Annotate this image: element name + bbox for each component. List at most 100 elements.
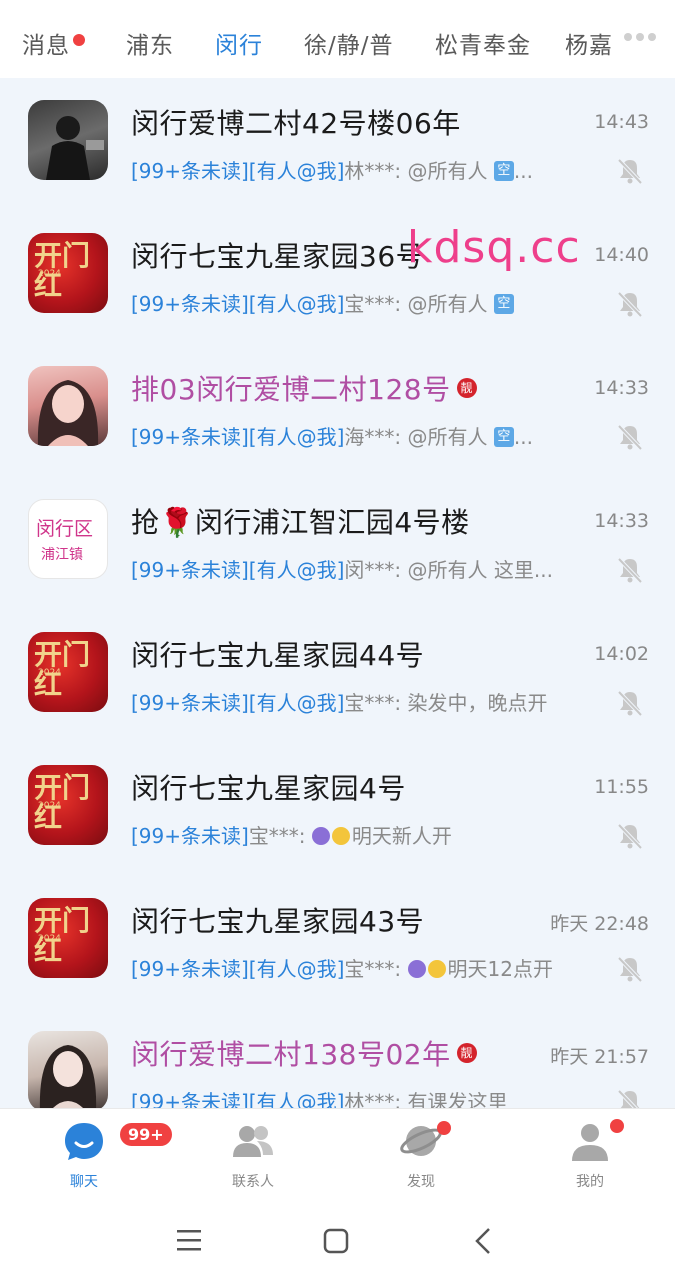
chat-preview: [99+条未读][有人@我]宝***: @所有人 空	[131, 288, 514, 317]
liang-badge-icon: 靓	[456, 1043, 477, 1063]
group-avatar: 闵行区 浦江镇	[28, 499, 108, 579]
nav-contacts[interactable]: 联系人	[193, 1109, 313, 1201]
sender: 宝***:	[344, 691, 402, 715]
chat-time: 14:33	[594, 377, 649, 399]
profile-icon	[572, 1124, 608, 1161]
unread-tags: [99+条未读][有人@我]	[131, 558, 345, 582]
chat-time: 昨天 21:57	[550, 1046, 649, 1068]
sender: 林***:	[344, 1090, 402, 1108]
unread-tags: [99+条未读][有人@我]	[131, 957, 345, 981]
chat-time: 14:40	[594, 244, 649, 266]
moon-emoji-icon	[311, 826, 330, 845]
chat-preview: [99+条未读][有人@我]闵***: @所有人 这里...	[131, 554, 553, 583]
chat-time: 11:55	[594, 776, 649, 798]
bottom-nav: 99+ 聊天 联系人 发现 我的	[0, 1108, 675, 1201]
chat-row[interactable]: 闵行区 浦江镇 抢🌹闵行浦江智汇园4号楼 14:33 [99+条未读][有人@我…	[0, 477, 675, 610]
preview-text: @所有人 这里...	[407, 558, 553, 582]
chat-preview: [99+条未读][有人@我]宝***: 明天12点开	[131, 953, 553, 982]
chat-time: 14:02	[594, 643, 649, 665]
chat-row[interactable]: 排03闵行爱博二村128号靓 14:33 [99+条未读][有人@我]海***:…	[0, 344, 675, 477]
chat-preview: [99+条未读][有人@我]海***: @所有人 空...	[131, 421, 533, 450]
person-photo-icon	[39, 1045, 97, 1108]
recent-apps-icon[interactable]	[176, 1228, 202, 1252]
system-nav-bar	[0, 1200, 675, 1280]
watermark: kdsq.cc	[407, 222, 581, 273]
preview-text: 染发中，晚点开	[407, 691, 548, 715]
sender: 海***:	[344, 425, 402, 449]
unread-tags: [99+条未读][有人@我]	[131, 292, 345, 316]
chat-title: 闵行爱博二村138号02年靓	[131, 1033, 477, 1073]
chat-title: 闵行七宝九星家园36号	[131, 240, 425, 273]
back-icon[interactable]	[473, 1227, 493, 1255]
nav-me[interactable]: 我的	[530, 1109, 650, 1201]
person-photo-icon	[37, 380, 99, 446]
nav-chat[interactable]: 99+ 聊天	[24, 1109, 174, 1201]
chat-row[interactable]: 闵行爱博二村138号02年靓 昨天 21:57 [99+条未读][有人@我]林*…	[0, 1009, 675, 1108]
tab-song-qing-feng-jin[interactable]: 松青奉金	[435, 26, 531, 60]
chat-time: 昨天 22:48	[550, 913, 649, 935]
home-icon[interactable]	[323, 1228, 349, 1254]
tab-yangjia[interactable]: 杨嘉	[565, 26, 615, 60]
preview-text: 明天12点开	[447, 957, 553, 981]
muted-bell-icon	[617, 823, 643, 850]
moon-emoji-icon	[427, 959, 446, 978]
chat-preview: [99+条未读][有人@我]林***: 有课发这里	[131, 1086, 508, 1108]
sender: 宝***:	[344, 292, 402, 316]
tab-messages[interactable]: 消息	[22, 26, 70, 60]
chat-bubble-icon	[65, 1123, 103, 1160]
tab-pudong[interactable]: 浦东	[126, 26, 174, 60]
muted-bell-icon	[617, 424, 643, 451]
muted-bell-icon	[617, 1089, 640, 1108]
chat-row[interactable]: 开门红 2024 闵行七宝九星家园43号 昨天 22:48 [99+条未读][有…	[0, 876, 675, 1009]
group-avatar	[28, 1031, 108, 1108]
chat-title: 闵行七宝九星家园44号	[131, 639, 425, 672]
group-avatar	[28, 100, 108, 180]
chat-row[interactable]: 开门红 2024 闵行七宝九星家园44号 14:02 [99+条未读][有人@我…	[0, 610, 675, 743]
nav-discover[interactable]: 发现	[361, 1109, 481, 1201]
group-avatar: 开门红 2024	[28, 898, 108, 978]
tab-xu-jing-pu[interactable]: 徐/静/普	[304, 26, 394, 60]
group-avatar	[28, 366, 108, 446]
preview-text: 明天新人开	[351, 824, 452, 848]
chat-title-text: 闵行爱博二村138号02年	[131, 1038, 451, 1071]
chat-title: 闵行七宝九星家园4号	[131, 772, 406, 805]
chat-time: 14:43	[594, 111, 649, 133]
chat-preview: [99+条未读][有人@我]林***: @所有人 空...	[131, 155, 533, 184]
unread-tags: [99+条未读][有人@我]	[131, 159, 345, 183]
contacts-icon	[233, 1126, 273, 1157]
moon-emoji-icon	[407, 959, 426, 978]
nav-label: 联系人	[232, 1174, 274, 1190]
chat-title: 排03闵行爱博二村128号靓	[131, 368, 477, 408]
preview-text: @所有人	[407, 292, 494, 316]
avatar-year: 2024	[38, 934, 61, 944]
tab-yangjia-clip: 杨嘉	[565, 20, 615, 60]
chat-title-text: 排03闵行爱博二村128号	[131, 373, 451, 406]
avatar-year: 2024	[38, 668, 61, 678]
muted-bell-icon	[617, 956, 643, 983]
me-dot	[610, 1119, 624, 1133]
chat-preview: [99+条未读]宝***: 明天新人开	[131, 820, 452, 849]
sender: 闵***:	[344, 558, 402, 582]
chat-title: 抢🌹闵行浦江智汇园4号楼	[131, 506, 470, 539]
preview-text: @所有人	[407, 425, 494, 449]
more-tabs-icon[interactable]	[624, 33, 656, 41]
muted-bell-icon	[617, 158, 643, 185]
muted-bell-icon	[617, 690, 643, 717]
chat-row[interactable]: 闵行爱博二村42号楼06年 14:43 [99+条未读][有人@我]林***: …	[0, 78, 675, 211]
chat-title: 闵行爱博二村42号楼06年	[131, 107, 461, 140]
group-avatar: 开门红 2024	[28, 233, 108, 313]
preview-text: @所有人	[407, 159, 494, 183]
kong-emoji-icon: 空	[493, 426, 514, 447]
tab-minhang[interactable]: 闵行	[215, 26, 263, 60]
nav-label: 我的	[576, 1174, 604, 1190]
moon-emoji-icon	[331, 826, 350, 845]
discover-dot	[437, 1121, 451, 1135]
kong-emoji-icon: 空	[493, 160, 514, 181]
chat-preview: [99+条未读][有人@我]宝***: 染发中，晚点开	[131, 687, 548, 716]
group-avatar: 开门红 2024	[28, 765, 108, 845]
chat-row[interactable]: 开门红 2024 闵行七宝九星家园4号 11:55 [99+条未读]宝***: …	[0, 743, 675, 876]
unread-tags: [99+条未读]	[131, 824, 249, 848]
muted-bell-icon	[617, 291, 643, 318]
unread-tags: [99+条未读][有人@我]	[131, 425, 345, 449]
person-photo-icon	[46, 116, 104, 180]
